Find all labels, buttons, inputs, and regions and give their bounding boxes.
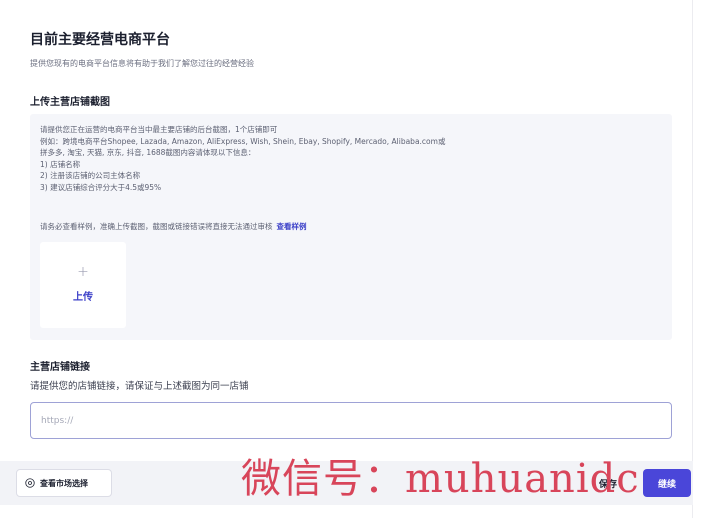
form-panel: 目前主要经营电商平台 提供您现有的电商平台信息将有助于我们了解您过往的经营经验 … <box>0 0 693 518</box>
continue-button[interactable]: 继续 <box>643 469 691 497</box>
review-notice-text: 请务必查看样例，准确上传截图，截图或链接错误将直接无法通过审核 <box>40 222 273 231</box>
instruction-line: 例如：跨境电商平台Shopee, Lazada, Amazon, AliExpr… <box>40 136 446 146</box>
instruction-line: 3) 建议店铺综合评分大于4.5或95% <box>40 182 162 192</box>
instruction-line: 请提供您正在运营的电商平台当中最主要店铺的后台截图，1个店铺即可 <box>40 125 278 134</box>
view-market-label: 查看市场选择 <box>40 478 88 488</box>
screenshot-info-box: 请提供您正在运营的电商平台当中最主要店铺的后台截图，1个店铺即可 例如：跨境电商… <box>30 114 672 340</box>
screenshot-section-title: 上传主营店铺截图 <box>30 97 110 108</box>
save-button[interactable]: 保存 <box>586 469 630 497</box>
review-notice: 请务必查看样例，准确上传截图，截图或链接错误将直接无法通过审核 查看样例 <box>40 221 307 232</box>
store-link-title: 主营店铺链接 <box>30 362 90 373</box>
store-link-description: 请提供您的店铺链接，请保证与上述截图为同一店铺 <box>30 381 249 392</box>
page-title: 目前主要经营电商平台 <box>30 32 170 48</box>
plus-icon: + <box>77 264 89 280</box>
instruction-line: 拼多多, 淘宝, 天猫, 京东, 抖音, 1688截图内容请体现以下信息： <box>40 148 256 158</box>
page-subtitle: 提供您现有的电商平台信息将有助于我们了解您过往的经营经验 <box>30 59 254 68</box>
store-url-input[interactable] <box>30 402 672 439</box>
instruction-list: 请提供您正在运营的电商平台当中最主要店铺的后台截图，1个店铺即可 例如：跨境电商… <box>40 124 445 194</box>
eye-icon <box>25 478 35 488</box>
instruction-line: 1) 店铺名称 <box>40 159 81 169</box>
view-market-button[interactable]: 查看市场选择 <box>16 469 112 497</box>
view-sample-link[interactable]: 查看样例 <box>277 222 307 231</box>
instruction-line: 2) 注册该店铺的公司主体名称 <box>40 171 141 181</box>
footer-bar: 查看市场选择 保存 继续 <box>0 461 693 505</box>
upload-button[interactable]: + 上传 <box>40 242 126 328</box>
upload-label: 上传 <box>73 292 93 303</box>
